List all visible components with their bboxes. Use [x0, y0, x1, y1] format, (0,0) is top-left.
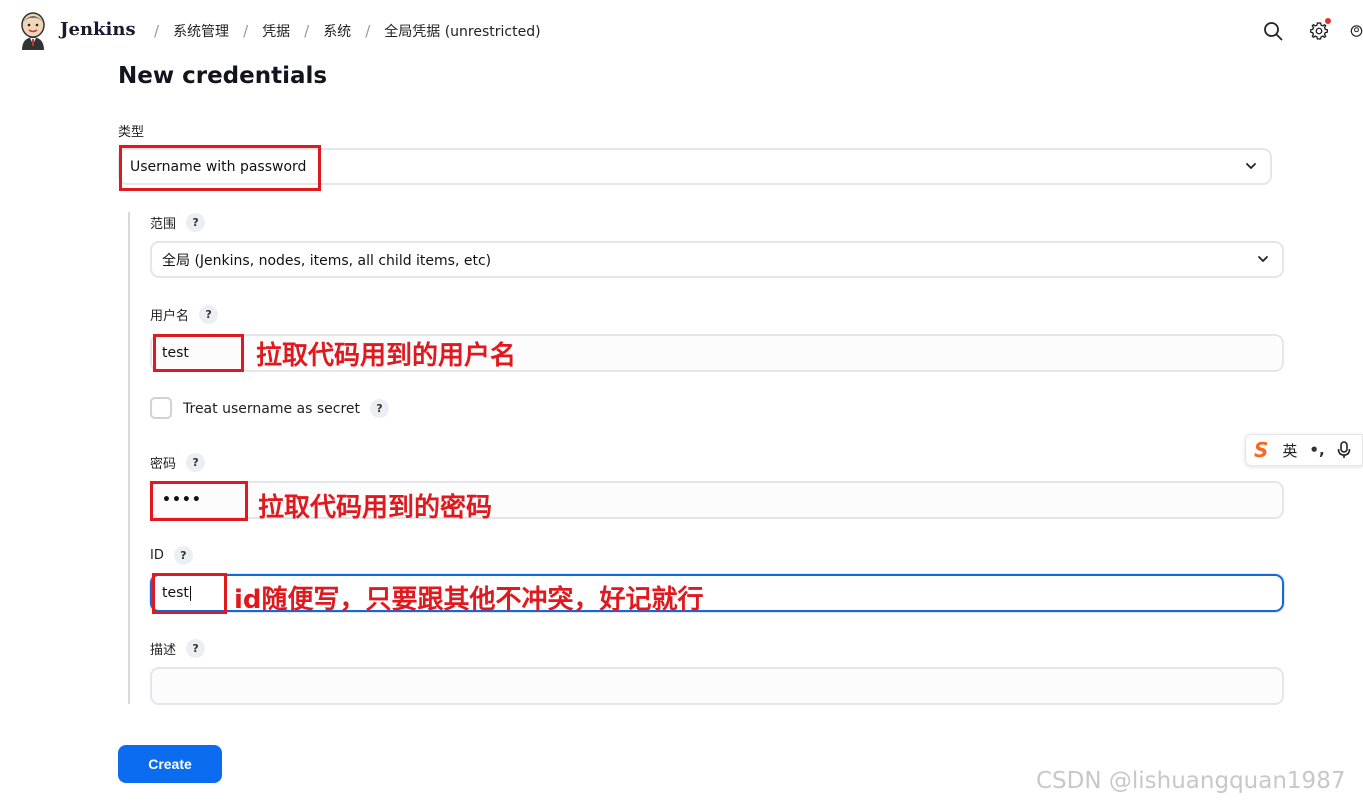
password-help-button[interactable]: ?: [186, 453, 206, 472]
notification-dot: [1325, 18, 1331, 24]
scope-label: 范围 ?: [150, 213, 206, 232]
treat-username-secret-text[interactable]: Treat username as secret: [183, 401, 360, 417]
annotation-username-note: 拉取代码用到的用户名: [256, 341, 517, 371]
breadcrumb-item-credentials[interactable]: 凭据: [262, 21, 290, 41]
scope-select[interactable]: 全局 (Jenkins, nodes, items, all child ite…: [150, 241, 1284, 278]
username-label: 用户名 ?: [150, 305, 219, 324]
ime-logo-icon[interactable]: S: [1254, 438, 1268, 462]
annotation-box-username: [153, 334, 244, 372]
password-label: 密码 ?: [150, 453, 206, 472]
ime-mode-toggle[interactable]: 英: [1282, 440, 1297, 461]
chevron-down-icon: [1246, 163, 1256, 169]
description-help-button[interactable]: ?: [186, 639, 206, 658]
breadcrumb-separator: /: [365, 22, 371, 40]
annotation-box-type: [119, 145, 321, 191]
username-label-text: 用户名: [150, 309, 190, 324]
create-button[interactable]: Create: [118, 745, 222, 783]
breadcrumb-item-system[interactable]: 系统: [323, 21, 351, 41]
description-input[interactable]: [150, 667, 1284, 705]
breadcrumb-item-global[interactable]: 全局凭据 (unrestricted): [384, 21, 540, 41]
annotation-password-note: 拉取代码用到的密码: [258, 493, 493, 523]
microphone-icon[interactable]: [1337, 441, 1351, 459]
chevron-down-icon: [1258, 256, 1268, 262]
top-header: Jenkins / 系统管理 / 凭据 / 系统 / 全局凭据 (unrestr…: [0, 0, 1363, 62]
search-button[interactable]: [1260, 18, 1286, 44]
jenkins-logo-icon[interactable]: [18, 12, 48, 50]
section-divider: [128, 212, 130, 704]
id-label: ID ?: [150, 546, 193, 565]
user-icon: [1350, 25, 1363, 37]
ime-toolbar: S 英 •,: [1245, 434, 1363, 466]
annotation-id-note: id随便写，只要跟其他不冲突，好记就行: [234, 585, 704, 615]
treat-username-secret-label: Treat username as secret ?: [183, 399, 389, 418]
search-icon: [1264, 22, 1283, 41]
gear-icon: [1310, 22, 1328, 40]
scope-help-button[interactable]: ?: [186, 213, 206, 232]
annotation-box-password: [150, 481, 248, 521]
brand-name[interactable]: Jenkins: [60, 19, 136, 40]
username-help-button[interactable]: ?: [199, 305, 219, 324]
scope-select-value: 全局 (Jenkins, nodes, items, all child ite…: [162, 252, 492, 269]
type-label: 类型: [118, 125, 145, 140]
description-label-text: 描述: [150, 643, 177, 658]
ime-punctuation-toggle[interactable]: •,: [1309, 441, 1324, 459]
breadcrumb-separator: /: [304, 22, 310, 40]
breadcrumb-separator: /: [243, 22, 249, 40]
page-title: New credentials: [118, 63, 328, 89]
treat-secret-help-button[interactable]: ?: [370, 399, 389, 418]
treat-username-secret-checkbox[interactable]: [150, 397, 172, 419]
id-help-button[interactable]: ?: [173, 546, 193, 565]
id-label-text: ID: [150, 548, 164, 563]
breadcrumb-item-manage[interactable]: 系统管理: [173, 21, 229, 41]
breadcrumb: / 系统管理 / 凭据 / 系统 / 全局凭据 (unrestricted): [140, 21, 541, 41]
user-menu-button[interactable]: [1350, 18, 1363, 44]
manage-button[interactable]: [1306, 18, 1332, 44]
scope-label-text: 范围: [150, 217, 177, 232]
watermark: CSDN @lishuangquan1987: [1036, 768, 1346, 794]
password-label-text: 密码: [150, 457, 177, 472]
breadcrumb-separator: /: [154, 22, 160, 40]
annotation-box-id: [152, 573, 227, 614]
description-label: 描述 ?: [150, 639, 206, 658]
